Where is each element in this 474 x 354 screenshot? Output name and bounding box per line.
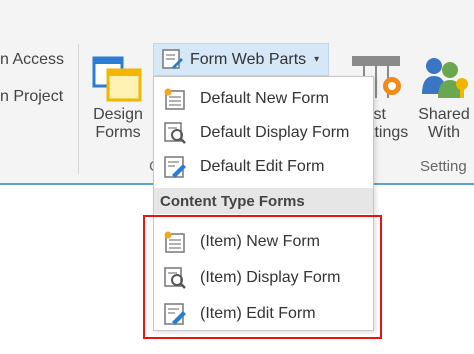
menu-item-label: Default Display Form — [200, 124, 350, 141]
form-web-parts-label: Form Web Parts — [190, 50, 307, 68]
form-web-parts-icon — [162, 48, 183, 69]
menu-item-label: (Item) Display Form — [200, 269, 341, 286]
menu-item-item-display-form[interactable]: (Item) Display Form — [154, 263, 373, 293]
menu-item-label: (Item) New Form — [200, 233, 320, 250]
list-settings-label[interactable]: ist ttings — [370, 106, 408, 142]
design-forms-icon — [92, 56, 142, 102]
menu-item-label: Default Edit Form — [200, 158, 325, 175]
ribbon-item-access[interactable]: n Access — [0, 51, 64, 69]
ribbon-separator — [78, 44, 79, 174]
form-web-parts-menu: Default New Form Default Display Form De… — [153, 76, 374, 331]
menu-item-default-new-form[interactable]: Default New Form — [154, 84, 373, 114]
display-form-icon — [162, 120, 188, 146]
menu-item-label: (Item) Edit Form — [200, 305, 316, 322]
menu-item-item-new-form[interactable]: (Item) New Form — [154, 227, 373, 257]
ribbon-item-project[interactable]: n Project — [0, 88, 63, 106]
edit-form-icon — [162, 154, 188, 180]
display-form-icon — [162, 265, 188, 291]
menu-item-item-edit-form[interactable]: (Item) Edit Form — [154, 299, 373, 329]
settings-group-label: Setting — [420, 158, 467, 175]
design-forms-label: Design Forms — [93, 106, 143, 141]
menu-item-default-display-form[interactable]: Default Display Form — [154, 118, 373, 148]
shared-with-icon — [422, 58, 468, 98]
chevron-down-icon: ▾ — [314, 54, 320, 65]
content-type-forms-header: Content Type Forms — [154, 188, 373, 214]
new-form-icon — [162, 229, 188, 255]
shared-with-label[interactable]: Shared With — [414, 106, 474, 142]
menu-item-default-edit-form[interactable]: Default Edit Form — [154, 152, 373, 182]
form-web-parts-button[interactable]: Form Web Parts ▾ — [153, 43, 329, 76]
new-form-icon — [162, 86, 188, 112]
edit-form-icon — [162, 301, 188, 327]
menu-item-label: Default New Form — [200, 90, 329, 107]
